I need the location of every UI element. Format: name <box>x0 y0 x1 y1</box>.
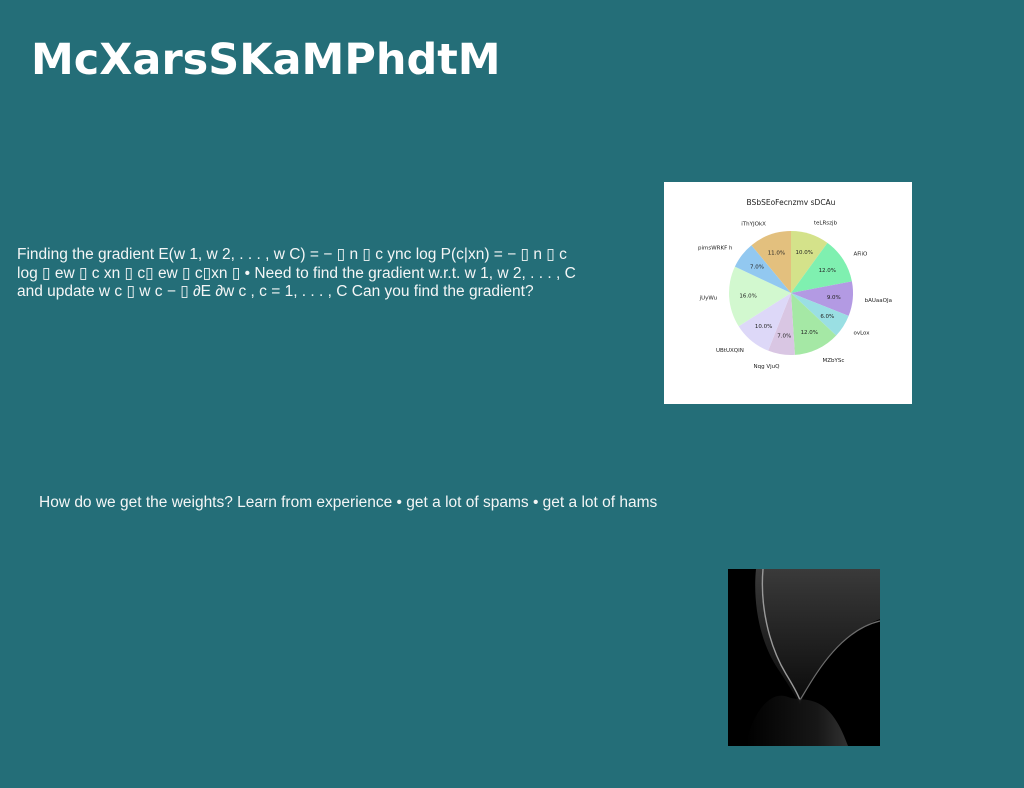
slice-category-label: jUyWu <box>699 296 718 302</box>
slice-percent-label: 10.0% <box>755 324 772 330</box>
slide-title: McXarsSKaMPhdtM <box>31 35 501 85</box>
slice-category-label: MZbYSc <box>823 358 845 364</box>
slice-category-label: bAUaaOJa <box>865 298 892 304</box>
weights-paragraph: How do we get the weights? Learn from ex… <box>39 494 658 511</box>
slice-percent-label: 6.0% <box>820 314 834 320</box>
chart-title: BSbSEoFecnzmv sDCAu <box>747 198 836 207</box>
slice-percent-label: 11.0% <box>768 251 785 257</box>
slice-percent-label: 12.0% <box>801 330 818 336</box>
slice-percent-label: 7.0% <box>777 333 791 339</box>
pie-chart-card: BSbSEoFecnzmv sDCAu 10.0% teLRszjb 12.0% AF… <box>664 182 912 404</box>
pie-chart: BSbSEoFecnzmv sDCAu 10.0% teLRszjb 12.0% AF… <box>698 198 892 370</box>
slice-category-label: ovLox <box>853 331 870 337</box>
slice-percent-label: 12.0% <box>819 268 836 274</box>
abstract-dark-shape-image <box>728 568 881 746</box>
slice-percent-label: 7.0% <box>750 265 764 271</box>
slice-category-label: UBtUXQIN <box>716 348 744 354</box>
gradient-paragraph: Finding the gradient E(w 1, w 2, . . . ,… <box>17 246 576 300</box>
slice-category-label: teLRszjb <box>814 221 838 227</box>
slice-category-label: AFiiO <box>853 251 868 257</box>
slice-percent-label: 10.0% <box>796 250 813 256</box>
slice-category-label: Nqg VjuQ <box>753 364 780 370</box>
slice-category-label: iThYJOkX <box>741 221 766 227</box>
slice-percent-label: 16.0% <box>739 294 756 300</box>
slice-category-label: pimsWRKF h <box>698 246 733 252</box>
slice-percent-label: 9.0% <box>827 295 841 301</box>
